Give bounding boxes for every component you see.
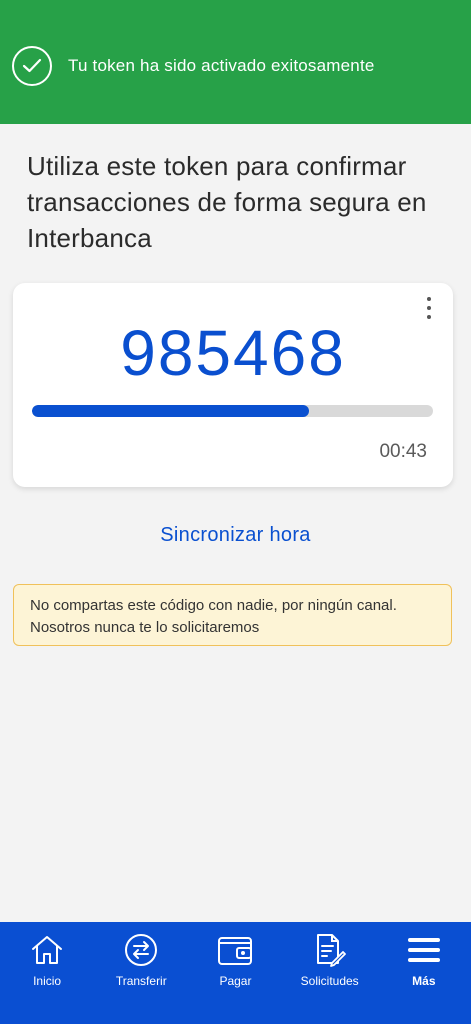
nav-item-pagar[interactable]: Pagar xyxy=(188,922,282,988)
nav-item-inicio[interactable]: Inicio xyxy=(0,922,94,988)
nav-item-solicitudes[interactable]: Solicitudes xyxy=(283,922,377,988)
check-circle-icon xyxy=(12,46,52,86)
nav-item-transferir[interactable]: Transferir xyxy=(94,922,188,988)
transfer-icon xyxy=(123,932,159,968)
home-icon xyxy=(29,932,65,968)
warning-message: No compartas este código con nadie, por … xyxy=(13,584,452,646)
nav-label: Solicitudes xyxy=(300,974,359,988)
nav-label: Más xyxy=(412,974,436,988)
bottom-nav: Inicio Transferir Pagar Solicitudes Más xyxy=(0,922,471,1024)
token-card: 985468 00:43 xyxy=(13,283,453,487)
nav-item-mas[interactable]: Más xyxy=(377,922,471,988)
menu-icon xyxy=(406,932,442,968)
document-edit-icon xyxy=(312,932,348,968)
sync-time-link[interactable]: Sincronizar hora xyxy=(0,524,471,547)
success-banner: Tu token ha sido activado exitosamente xyxy=(0,0,471,124)
nav-label: Pagar xyxy=(219,974,252,988)
token-timer: 00:43 xyxy=(379,441,427,462)
token-progress-fill xyxy=(32,405,309,417)
token-code: 985468 xyxy=(120,317,346,389)
nav-label: Inicio xyxy=(33,974,62,988)
nav-label: Transferir xyxy=(115,974,167,988)
banner-message: Tu token ha sido activado exitosamente xyxy=(68,56,375,75)
token-progress-bar xyxy=(32,405,433,417)
wallet-icon xyxy=(217,932,253,968)
page-headline: Utiliza este token para confirmar transa… xyxy=(27,151,427,253)
